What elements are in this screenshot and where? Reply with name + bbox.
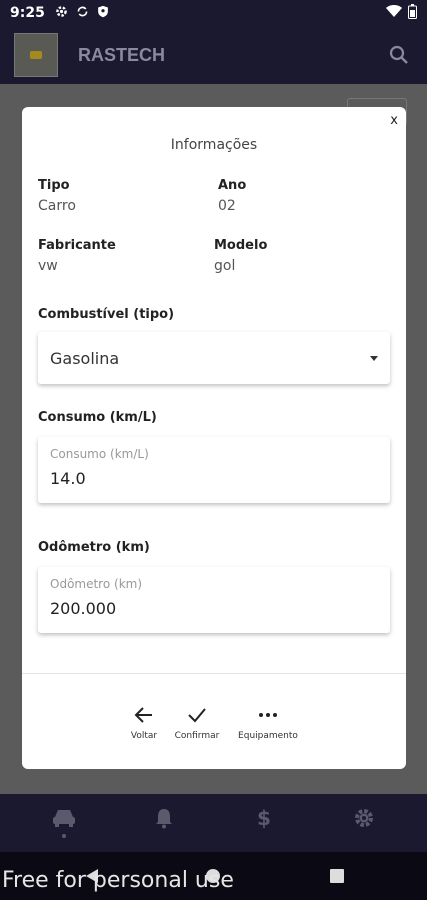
actions-divider: [22, 673, 406, 674]
shield-icon: [97, 5, 109, 21]
watermark-text: Free for personal use: [2, 868, 234, 893]
check-icon: [172, 703, 222, 727]
consumo-value[interactable]: 14.0: [50, 469, 86, 488]
info-dialog: x Informações Tipo Carro Ano 02 Fabrican…: [22, 107, 406, 769]
settings-icon: [355, 809, 373, 827]
odometro-floating-label: Odômetro (km): [50, 577, 143, 591]
fabricante-label: Fabricante: [38, 238, 116, 253]
consumo-field[interactable]: Consumo (km/L) 14.0: [38, 437, 390, 503]
arrow-left-icon: [126, 703, 162, 727]
combustivel-selected-value: Gasolina: [50, 348, 120, 368]
confirmar-button[interactable]: Confirmar: [172, 703, 222, 741]
equipamento-label: Equipamento: [238, 731, 298, 741]
dollar-icon: $: [257, 806, 271, 830]
voltar-button[interactable]: Voltar: [126, 703, 162, 741]
close-button[interactable]: x: [390, 113, 398, 128]
nav-notifications[interactable]: [150, 804, 178, 832]
app-title: RASTECH: [78, 44, 166, 65]
search-button[interactable]: [385, 41, 413, 69]
chevron-down-icon: [370, 355, 378, 361]
app-bar: RASTECH: [0, 26, 427, 84]
wifi-icon: [386, 4, 402, 22]
app-logo: [14, 33, 58, 77]
fabricante-value: vw: [38, 258, 58, 274]
ano-label: Ano: [218, 178, 247, 193]
modelo-value: gol: [214, 258, 236, 274]
odometro-field[interactable]: Odômetro (km) 200.000: [38, 567, 390, 633]
consumo-floating-label: Consumo (km/L): [50, 447, 149, 461]
tipo-value: Carro: [38, 198, 76, 214]
sync-icon: [76, 5, 89, 21]
ano-value: 02: [218, 198, 236, 214]
consumo-label: Consumo (km/L): [38, 410, 157, 425]
status-time: 9:25: [10, 5, 45, 21]
nav-settings[interactable]: [350, 804, 378, 832]
system-recents-button[interactable]: [330, 868, 344, 887]
equipamento-button[interactable]: Equipamento: [236, 703, 300, 741]
dialog-title: Informações: [170, 137, 258, 153]
recents-square-icon: [330, 869, 344, 883]
search-icon: [389, 45, 408, 64]
odometro-label: Odômetro (km): [38, 540, 150, 555]
status-bar: 9:25: [0, 0, 427, 26]
confirmar-label: Confirmar: [174, 731, 220, 741]
battery-icon: [408, 3, 417, 23]
more-horizontal-icon: [236, 703, 300, 727]
odometro-value[interactable]: 200.000: [50, 599, 116, 618]
voltar-label: Voltar: [130, 731, 158, 741]
combustivel-select[interactable]: Gasolina: [38, 332, 390, 384]
car-icon: [53, 810, 75, 827]
bell-icon: [156, 809, 172, 829]
combustivel-label: Combustível (tipo): [38, 307, 175, 322]
bottom-nav: $: [0, 794, 427, 852]
modelo-label: Modelo: [214, 238, 268, 253]
nav-active-indicator: [62, 834, 66, 838]
nav-car[interactable]: [50, 804, 78, 832]
dialog-actions: Voltar Confirmar Equipamento: [22, 703, 406, 753]
gear-icon: [55, 5, 68, 21]
tipo-label: Tipo: [38, 178, 70, 193]
nav-finance[interactable]: $: [250, 804, 278, 832]
